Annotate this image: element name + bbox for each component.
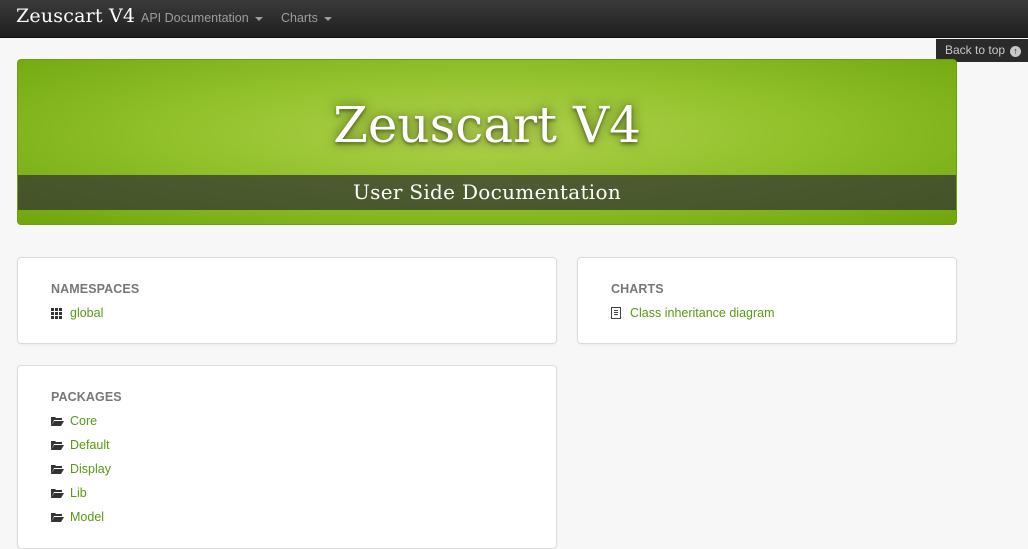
charts-heading: CHARTS bbox=[611, 282, 664, 296]
nav-charts-dropdown[interactable]: Charts bbox=[281, 11, 332, 25]
package-link[interactable]: Lib bbox=[70, 486, 87, 500]
hero-subtitle: User Side Documentation bbox=[18, 175, 956, 210]
package-link[interactable]: Model bbox=[70, 510, 104, 524]
top-navbar: Zeuscart V4 API Documentation Charts bbox=[0, 0, 1028, 38]
folder-open-icon bbox=[51, 416, 64, 426]
packages-panel: PACKAGES Core Default Display Lib Model bbox=[17, 365, 557, 549]
nav-charts-label: Charts bbox=[281, 11, 318, 25]
package-link[interactable]: Display bbox=[70, 462, 111, 476]
nav-api-documentation-dropdown[interactable]: API Documentation bbox=[141, 11, 263, 25]
namespaces-panel: NAMESPACES global bbox=[17, 257, 557, 344]
folder-open-icon bbox=[51, 464, 64, 474]
namespace-link[interactable]: global bbox=[70, 306, 103, 320]
hero-banner: Zeuscart V4 User Side Documentation bbox=[17, 59, 957, 225]
back-to-top-label: Back to top bbox=[945, 43, 1006, 57]
list-icon bbox=[611, 307, 621, 319]
nav-api-documentation-label: API Documentation bbox=[141, 11, 249, 25]
chart-link[interactable]: Class inheritance diagram bbox=[630, 306, 775, 320]
caret-down-icon bbox=[254, 16, 263, 21]
folder-open-icon bbox=[51, 488, 64, 498]
arrow-up-circle-icon: ↑ bbox=[1010, 46, 1022, 57]
namespaces-heading: NAMESPACES bbox=[51, 282, 140, 296]
hero-title: Zeuscart V4 bbox=[333, 96, 641, 154]
packages-heading: PACKAGES bbox=[51, 390, 122, 404]
package-link[interactable]: Default bbox=[70, 438, 110, 452]
caret-down-icon bbox=[323, 16, 332, 21]
folder-open-icon bbox=[51, 512, 64, 522]
brand-link[interactable]: Zeuscart V4 bbox=[16, 5, 135, 27]
grid-icon bbox=[51, 308, 62, 319]
package-link[interactable]: Core bbox=[70, 414, 97, 428]
charts-panel: CHARTS Class inheritance diagram bbox=[577, 257, 957, 344]
folder-open-icon bbox=[51, 440, 64, 450]
